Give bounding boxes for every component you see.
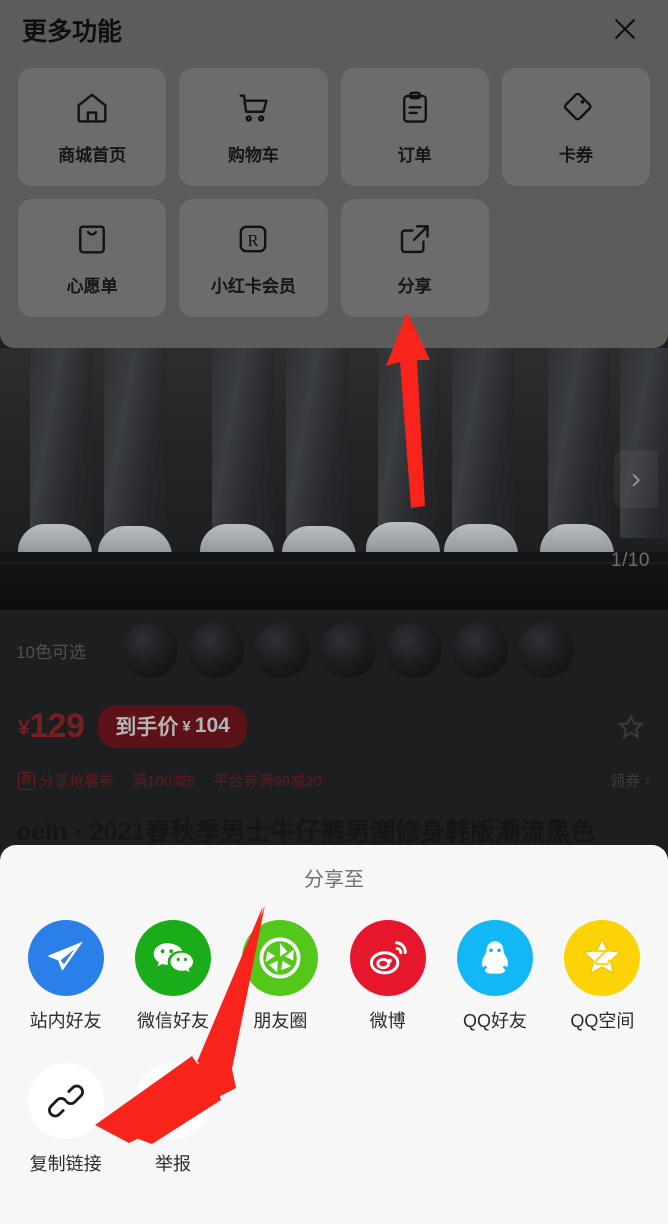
grid-item-label: 购物车 bbox=[227, 145, 279, 165]
qzone-star-icon: 乙 bbox=[564, 920, 641, 996]
color-swatch[interactable] bbox=[187, 622, 244, 678]
grid-item-placeholder bbox=[502, 199, 650, 317]
grid-item-label: 商城首页 bbox=[58, 145, 127, 165]
grid-item-label: 卡券 bbox=[558, 145, 593, 165]
share-item-label: 举报 bbox=[154, 1154, 191, 1174]
grid-item-red-card-member[interactable]: R 小红卡会员 bbox=[179, 199, 328, 317]
weibo-icon bbox=[349, 920, 426, 996]
grid-item-share[interactable]: 分享 bbox=[340, 199, 489, 317]
color-count-label: 10色可选 bbox=[16, 642, 86, 662]
carousel-page-indicator: 1/10 bbox=[611, 550, 650, 571]
claim-coupon-label: 领券 bbox=[609, 773, 640, 790]
svg-text:乙: 乙 bbox=[594, 948, 612, 968]
share-item-qzone[interactable]: 乙 QQ空间 bbox=[549, 920, 656, 1033]
promotion-tags: 券 分享抢薯券 满100减5 平台券满99减20 bbox=[18, 770, 322, 791]
color-swatch-row[interactable]: 10色可选 bbox=[0, 610, 668, 690]
share-item-report[interactable]: 举报 bbox=[119, 1063, 226, 1176]
star-outline-icon[interactable] bbox=[616, 712, 646, 742]
color-swatch[interactable] bbox=[319, 622, 376, 678]
share-item-copy-link[interactable]: 复制链接 bbox=[12, 1063, 119, 1176]
color-swatch[interactable] bbox=[517, 622, 574, 678]
r-badge-icon: R bbox=[239, 225, 267, 252]
carousel-next-button[interactable]: › bbox=[614, 450, 658, 508]
grid-item-shopping-cart[interactable]: 购物车 bbox=[179, 68, 328, 186]
chevron-right-icon: › bbox=[645, 772, 650, 789]
more-functions-panel: 更多功能 商城首页 购物车 订单 卡券 心愿单 R 小红卡会员 分享 bbox=[0, 0, 668, 348]
share-item-weibo[interactable]: 微博 bbox=[334, 920, 441, 1033]
share-item-wechat-friend[interactable]: 微信好友 bbox=[119, 920, 226, 1033]
share-sheet-title: 分享至 bbox=[304, 869, 364, 891]
share-item-label: QQ好友 bbox=[462, 1011, 527, 1031]
product-photo bbox=[0, 348, 668, 610]
promo-tag[interactable]: 券 分享抢薯券 bbox=[18, 770, 114, 791]
grid-item-label: 分享 bbox=[397, 276, 432, 296]
color-swatch[interactable] bbox=[253, 622, 310, 678]
page-title: 更多功能 bbox=[22, 18, 123, 46]
share-item-label: 复制链接 bbox=[29, 1154, 102, 1174]
share-target-grid: 站内好友 微信好友 朋友圈 微博 QQ好友 乙 QQ空间 复制链接 举报 bbox=[0, 892, 668, 1176]
grid-item-wishlist[interactable]: 心愿单 bbox=[18, 199, 167, 317]
moments-aperture-icon bbox=[242, 920, 319, 996]
product-title: oeln · 2021春秋季男士牛仔裤男潮修身韩版潮流黑色 bbox=[16, 818, 596, 846]
grid-item-label: 小红卡会员 bbox=[210, 276, 296, 296]
close-icon bbox=[615, 19, 635, 39]
more-functions-header: 更多功能 bbox=[0, 0, 668, 60]
shopping-cart-icon bbox=[239, 93, 269, 122]
share-item-moments[interactable]: 朋友圈 bbox=[227, 920, 334, 1033]
link-chain-icon bbox=[27, 1063, 104, 1139]
color-swatch[interactable] bbox=[121, 622, 178, 678]
home-icon bbox=[77, 93, 107, 123]
close-button[interactable] bbox=[602, 6, 648, 52]
grid-item-label: 心愿单 bbox=[66, 276, 118, 296]
share-sheet: 分享至 站内好友 微信好友 朋友圈 微博 QQ好友 乙 QQ空间 复制链接 举报 bbox=[0, 845, 668, 1224]
color-swatch[interactable] bbox=[451, 622, 508, 678]
promo-tag-label: 分享抢薯券 bbox=[39, 773, 115, 790]
final-price-label: 到手价 bbox=[115, 716, 179, 739]
final-price-badge: 到手价 ¥104 bbox=[98, 705, 247, 748]
promo-tag[interactable]: 平台券满99减20 bbox=[213, 770, 321, 791]
share-item-label: 站内好友 bbox=[29, 1011, 102, 1031]
color-swatch[interactable] bbox=[385, 622, 442, 678]
send-plane-icon bbox=[27, 920, 104, 996]
share-item-in-app-friend[interactable]: 站内好友 bbox=[12, 920, 119, 1033]
claim-coupon-link[interactable]: 领券 › bbox=[610, 770, 650, 791]
wechat-icon bbox=[134, 920, 211, 996]
warning-triangle-icon bbox=[134, 1063, 211, 1139]
share-item-label: QQ空间 bbox=[570, 1011, 635, 1031]
list-price: ¥129 bbox=[18, 707, 85, 746]
coupon-badge-icon: 券 bbox=[18, 771, 35, 790]
wishlist-bag-icon bbox=[79, 224, 106, 253]
more-functions-grid: 商城首页 购物车 订单 卡券 心愿单 R 小红卡会员 分享 bbox=[0, 60, 668, 317]
final-price-value: 104 bbox=[194, 714, 230, 737]
product-image-carousel[interactable]: 1/10 › bbox=[0, 348, 668, 610]
promo-tag[interactable]: 满100减5 bbox=[132, 770, 195, 791]
share-external-link-icon bbox=[400, 224, 429, 253]
price-row: ¥129 到手价 ¥104 bbox=[18, 705, 247, 748]
final-price-currency: ¥ bbox=[182, 717, 191, 735]
phone-screen: 1/10 › 10色可选 ¥129 到手价 ¥104 券 分享抢薯券 满100减… bbox=[0, 0, 668, 1224]
share-item-label: 微博 bbox=[369, 1011, 406, 1031]
grid-item-coupons[interactable]: 卡券 bbox=[501, 68, 650, 186]
currency-symbol: ¥ bbox=[18, 717, 30, 740]
price-value: 129 bbox=[29, 707, 85, 745]
clipboard-order-icon bbox=[402, 91, 427, 123]
share-item-qq-friend[interactable]: QQ好友 bbox=[441, 920, 548, 1033]
grid-item-orders[interactable]: 订单 bbox=[340, 68, 489, 186]
share-item-label: 朋友圈 bbox=[253, 1011, 308, 1031]
coupon-tag-icon bbox=[563, 92, 592, 120]
grid-item-label: 订单 bbox=[397, 145, 432, 165]
share-item-label: 微信好友 bbox=[136, 1011, 209, 1031]
svg-text:R: R bbox=[248, 230, 260, 249]
qq-penguin-icon bbox=[456, 920, 533, 996]
grid-item-mall-home[interactable]: 商城首页 bbox=[18, 68, 167, 186]
